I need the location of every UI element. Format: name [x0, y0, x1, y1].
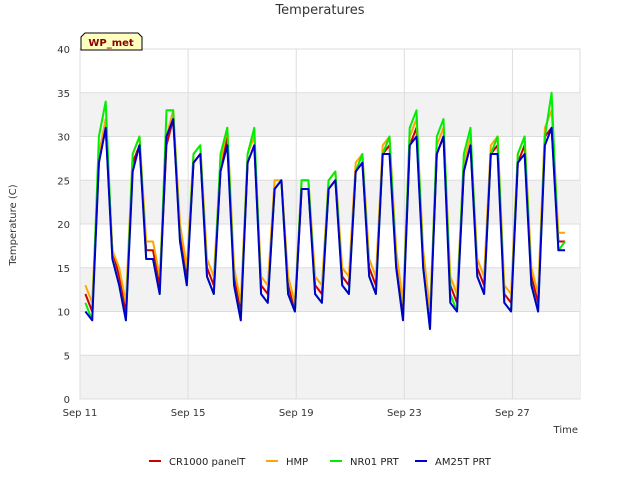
x-tick-label: Sep 15	[171, 408, 206, 419]
y-tick-label: 25	[57, 176, 70, 187]
x-axis-ticks: Sep 11 Sep 15 Sep 19 Sep 23 Sep 27	[63, 408, 530, 419]
x-tick-label: Sep 19	[279, 408, 314, 419]
y-tick-label: 20	[57, 220, 70, 231]
x-tick-label: Sep 27	[495, 408, 530, 419]
y-tick-label: 35	[57, 89, 70, 100]
legend-label: AM25T PRT	[435, 457, 492, 468]
y-tick-label: 30	[57, 133, 70, 144]
plot-band	[80, 355, 580, 399]
y-tick-label: 15	[57, 264, 70, 275]
y-tick-label: 40	[57, 45, 70, 56]
temperature-chart: Temperatures 0510152025303540 Sep 11 Sep …	[8, 3, 581, 468]
y-axis-title: Temperature (C)	[8, 184, 19, 266]
plot-band	[80, 92, 580, 137]
y-axis-ticks: 0 5 10 15 20 25 30 35 40	[57, 45, 70, 406]
legend-label: CR1000 panelT	[169, 457, 246, 468]
y-tick-label: 10	[57, 308, 70, 319]
x-tick-label: Sep 11	[63, 408, 98, 419]
y-tick-label: 0	[64, 395, 70, 406]
legend-item: AM25T PRT	[415, 457, 492, 468]
legend-label: HMP	[286, 457, 308, 468]
station-tag-label: WP_met	[88, 38, 134, 49]
legend-item: NR01 PRT	[330, 457, 400, 468]
chart-title: Temperatures	[274, 3, 364, 18]
legend: CR1000 panelT HMP NR01 PRT AM25T PRT	[149, 457, 492, 468]
station-tag: WP_met	[80, 32, 143, 51]
legend-label: NR01 PRT	[350, 457, 400, 468]
x-tick-label: Sep 23	[387, 408, 422, 419]
x-axis-title: Time	[553, 425, 578, 436]
legend-item: HMP	[266, 457, 308, 468]
legend-item: CR1000 panelT	[149, 457, 246, 468]
y-tick-label: 5	[64, 351, 70, 362]
